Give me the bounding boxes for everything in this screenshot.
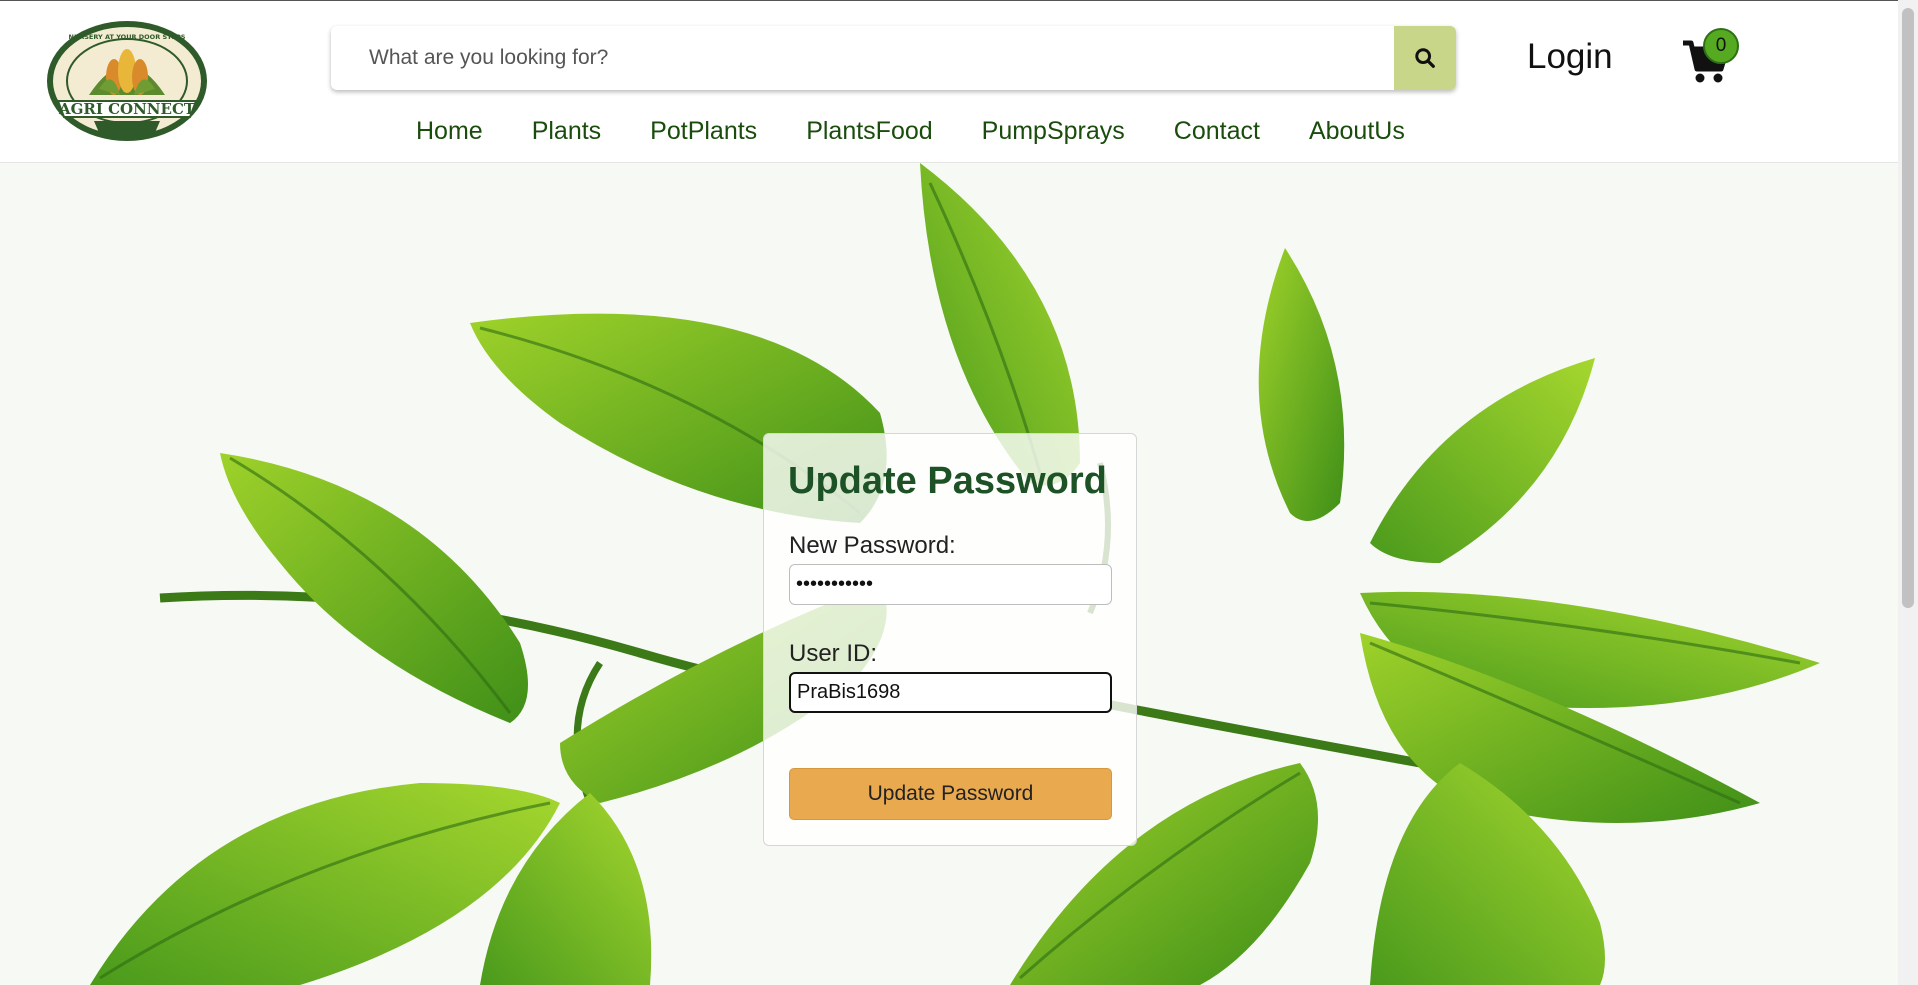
logo-tagline: NURSERY AT YOUR DOOR STEPS: [69, 33, 186, 41]
login-link[interactable]: Login: [1527, 37, 1613, 77]
user-id-field[interactable]: [789, 672, 1112, 713]
search-input[interactable]: [331, 26, 1394, 90]
new-password-field[interactable]: [789, 564, 1112, 605]
nav-item-pumpsprays[interactable]: PumpSprays: [982, 117, 1125, 146]
nav-item-potplants[interactable]: PotPlants: [650, 117, 757, 146]
new-password-label: New Password:: [789, 532, 956, 559]
logo-text: AGRI CONNECT: [58, 100, 196, 118]
page-scrollbar[interactable]: [1898, 0, 1918, 985]
update-password-button[interactable]: Update Password: [789, 768, 1112, 820]
nav-item-contact[interactable]: Contact: [1174, 117, 1260, 146]
form-title: Update Password: [788, 460, 1107, 502]
main-nav: Home Plants PotPlants PlantsFood PumpSpr…: [416, 117, 1405, 146]
nav-item-aboutus[interactable]: AboutUs: [1309, 117, 1405, 146]
nav-item-home[interactable]: Home: [416, 117, 483, 146]
user-id-label: User ID:: [789, 640, 878, 667]
site-header: AGRI CONNECT NURSERY AT YOUR DOOR STEPS …: [0, 1, 1898, 163]
logo-emblem: AGRI CONNECT NURSERY AT YOUR DOOR STEPS: [47, 21, 207, 141]
search-bar: [331, 26, 1456, 90]
cart-count-badge: 0: [1703, 28, 1739, 64]
search-icon: [1415, 48, 1435, 68]
agri-connect-logo[interactable]: AGRI CONNECT NURSERY AT YOUR DOOR STEPS: [34, 17, 220, 147]
nav-item-plantsfood[interactable]: PlantsFood: [806, 117, 932, 146]
nav-item-plants[interactable]: Plants: [532, 117, 601, 146]
search-button[interactable]: [1394, 26, 1456, 90]
update-password-card: Update Password New Password: User ID: U…: [763, 433, 1137, 846]
scrollbar-thumb[interactable]: [1902, 8, 1914, 608]
